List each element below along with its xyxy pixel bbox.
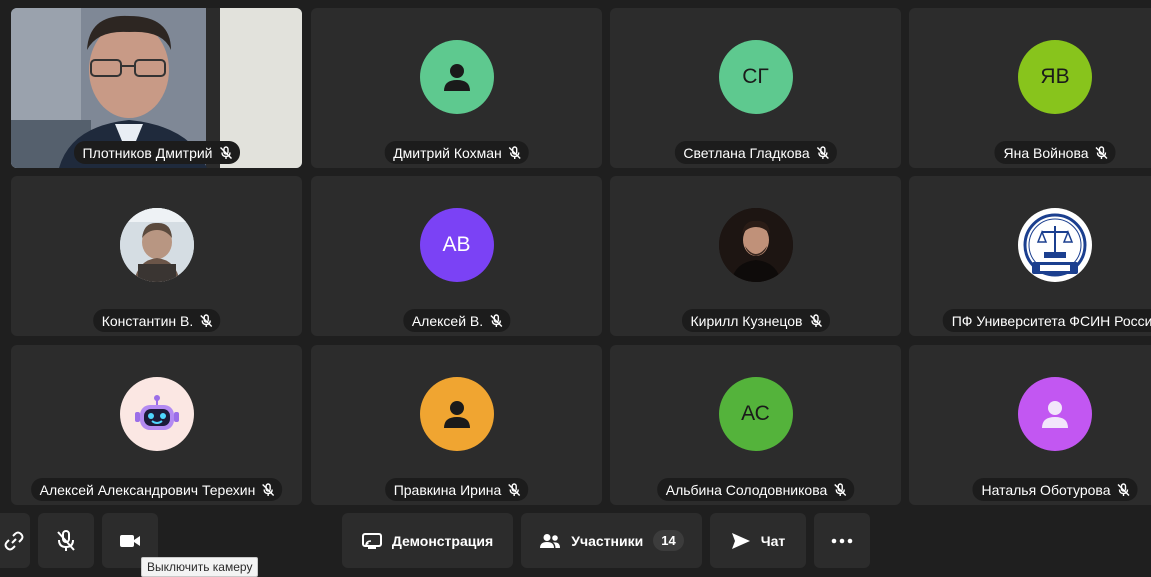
participant-name-pill: Алексей В. — [402, 309, 511, 332]
avatar — [1018, 377, 1092, 451]
mic-off-icon — [809, 313, 822, 327]
participant-name-pill: Константин В. — [92, 309, 221, 332]
participant-name: Яна Войнова — [1003, 144, 1089, 161]
participant-tile[interactable]: Дмитрий Кохман — [311, 8, 602, 168]
mic-off-icon — [490, 313, 503, 327]
mic-off-icon — [508, 482, 521, 496]
participant-grid: Плотников Дмитрий Дмитрий Кохман СГ Свет… — [0, 0, 1151, 510]
camera-tooltip: Выключить камеру — [141, 557, 259, 577]
participant-name: ПФ Университета ФСИН России — [951, 312, 1151, 329]
screen-share-icon — [361, 532, 382, 549]
participant-name: Дмитрий Кохман — [393, 144, 502, 161]
participant-name-pill: Альбина Солодовникова — [656, 478, 855, 501]
participant-tile[interactable]: Кирилл Кузнецов — [610, 176, 901, 336]
person-icon — [1042, 401, 1068, 428]
participant-tile[interactable]: Константин В. — [11, 176, 302, 336]
avatar-initials: ЯВ — [1040, 65, 1070, 88]
participant-name: Алексей Александрович Терехин — [39, 481, 256, 498]
participants-button[interactable]: Участники 14 — [521, 513, 702, 568]
microphone-toggle-button[interactable] — [38, 513, 94, 568]
participant-name: Правкина Ирина — [393, 481, 502, 498]
participant-name-pill: Наталья Оботурова — [972, 478, 1138, 501]
avatar-initials: АВ — [442, 233, 471, 256]
avatar: АВ — [419, 208, 494, 282]
avatar — [718, 208, 793, 282]
participant-name-pill: ПФ Университета ФСИН России — [942, 309, 1151, 332]
avatar: ЯВ — [1018, 40, 1092, 114]
mic-off-icon — [57, 529, 75, 551]
participant-tile[interactable]: АС Альбина Солодовникова — [610, 345, 901, 505]
more-icon — [831, 538, 853, 543]
participants-count-badge: 14 — [653, 530, 684, 551]
participant-name-pill: Алексей Александрович Терехин — [30, 478, 283, 501]
participant-name: Плотников Дмитрий — [82, 144, 213, 161]
participant-tile[interactable]: ПФ Университета ФСИН России — [909, 176, 1151, 336]
screen-share-button[interactable]: Демонстрация — [342, 513, 513, 568]
avatar: АС — [718, 377, 793, 451]
mic-off-icon — [834, 482, 847, 496]
mic-off-icon — [508, 145, 521, 159]
participant-name-pill: Яна Войнова — [994, 141, 1116, 164]
person-icon — [443, 401, 470, 428]
copy-link-button[interactable] — [0, 513, 30, 568]
participant-tile[interactable]: ЯВ Яна Войнова — [909, 8, 1151, 168]
more-options-button[interactable] — [814, 513, 870, 568]
participant-name: Наталья Оботурова — [981, 481, 1111, 498]
avatar — [1018, 208, 1092, 282]
mic-off-icon — [200, 313, 213, 327]
participant-name: Светлана Гладкова — [683, 144, 810, 161]
participant-tile[interactable]: АВ Алексей В. — [311, 176, 602, 336]
avatar-initials: АС — [741, 402, 770, 425]
participant-name: Константин В. — [101, 312, 194, 329]
participant-tile[interactable]: Наталья Оботурова — [909, 345, 1151, 505]
participant-tile[interactable]: Плотников Дмитрий — [11, 8, 302, 168]
screen-share-label: Демонстрация — [391, 532, 494, 549]
camera-icon — [120, 534, 140, 547]
participant-name: Кирилл Кузнецов — [690, 312, 803, 329]
avatar — [419, 40, 494, 114]
person-icon — [443, 64, 470, 91]
mic-off-icon — [219, 145, 232, 159]
organization-logo — [1020, 210, 1090, 280]
mic-off-icon — [816, 145, 829, 159]
mic-off-icon — [1117, 482, 1130, 496]
robot-avatar-icon — [134, 395, 179, 430]
participant-name-pill: Правкина Ирина — [384, 478, 529, 501]
avatar — [119, 208, 194, 282]
mic-off-icon — [1095, 145, 1108, 159]
chat-label: Чат — [760, 532, 786, 549]
avatar-photo — [718, 208, 793, 282]
send-icon — [731, 532, 750, 549]
participant-tile[interactable]: СГ Светлана Гладкова — [610, 8, 901, 168]
participant-name-pill: Плотников Дмитрий — [73, 141, 240, 164]
chat-button[interactable]: Чат — [710, 513, 806, 568]
participant-tile[interactable]: Правкина Ирина — [311, 345, 602, 505]
avatar-initials: СГ — [742, 65, 769, 88]
participant-name-pill: Кирилл Кузнецов — [681, 309, 830, 332]
avatar — [119, 377, 194, 451]
participant-name: Алексей В. — [411, 312, 484, 329]
participant-name-pill: Дмитрий Кохман — [384, 141, 529, 164]
mic-off-icon — [262, 482, 275, 496]
participants-icon — [540, 533, 561, 548]
participants-label: Участники — [571, 532, 644, 549]
avatar — [419, 377, 494, 451]
participant-name: Альбина Солодовникова — [665, 481, 828, 498]
link-icon — [4, 531, 24, 550]
avatar-photo — [119, 208, 194, 282]
avatar: СГ — [718, 40, 793, 114]
participant-name-pill: Светлана Гладкова — [674, 141, 837, 164]
participant-tile[interactable]: Алексей Александрович Терехин — [11, 345, 302, 505]
